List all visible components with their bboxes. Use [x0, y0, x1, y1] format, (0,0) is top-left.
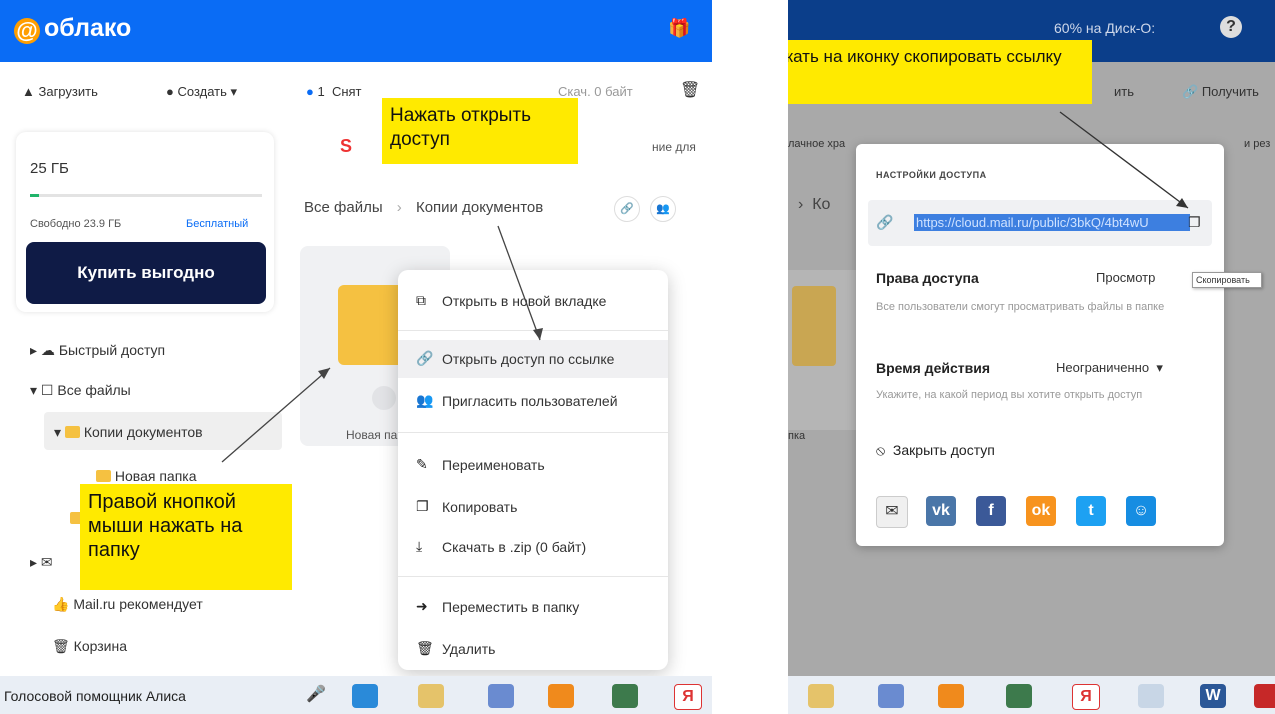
app-icon[interactable]	[488, 684, 514, 708]
arrow-line	[1059, 111, 1189, 209]
word-icon[interactable]: W	[1200, 684, 1226, 708]
annotation-arrows	[1059, 111, 1189, 209]
arrow-line	[497, 225, 541, 341]
media-icon[interactable]	[938, 684, 964, 708]
annotation-arrows	[221, 225, 543, 463]
arrow-head	[533, 328, 543, 340]
explorer-icon[interactable]	[418, 684, 444, 708]
media-icon[interactable]	[548, 684, 574, 708]
arrow-line	[221, 367, 331, 463]
monitor-icon[interactable]	[612, 684, 638, 708]
yandex-icon[interactable]: Я	[674, 684, 702, 710]
calculator-icon[interactable]	[1138, 684, 1164, 708]
left-screenshot: @ облако 🎁 ▲ Загрузить ● Создать ▾ ● 1 Сн…	[0, 0, 712, 714]
explorer-icon[interactable]	[808, 684, 834, 708]
yandex-icon[interactable]: Я	[1072, 684, 1100, 710]
voice-assistant-field[interactable]: Голосовой помощник Алиса	[4, 688, 186, 704]
pdf-icon[interactable]	[1254, 684, 1275, 708]
right-screenshot: 60% на Диск-О: ? ить 🔗 Получить лачное х…	[788, 0, 1275, 714]
arrow-head	[1176, 198, 1188, 208]
microphone-icon[interactable]: 🎤	[306, 684, 326, 704]
app-icon[interactable]	[878, 684, 904, 708]
monitor-icon[interactable]	[1006, 684, 1032, 708]
browser-icon[interactable]	[352, 684, 378, 708]
